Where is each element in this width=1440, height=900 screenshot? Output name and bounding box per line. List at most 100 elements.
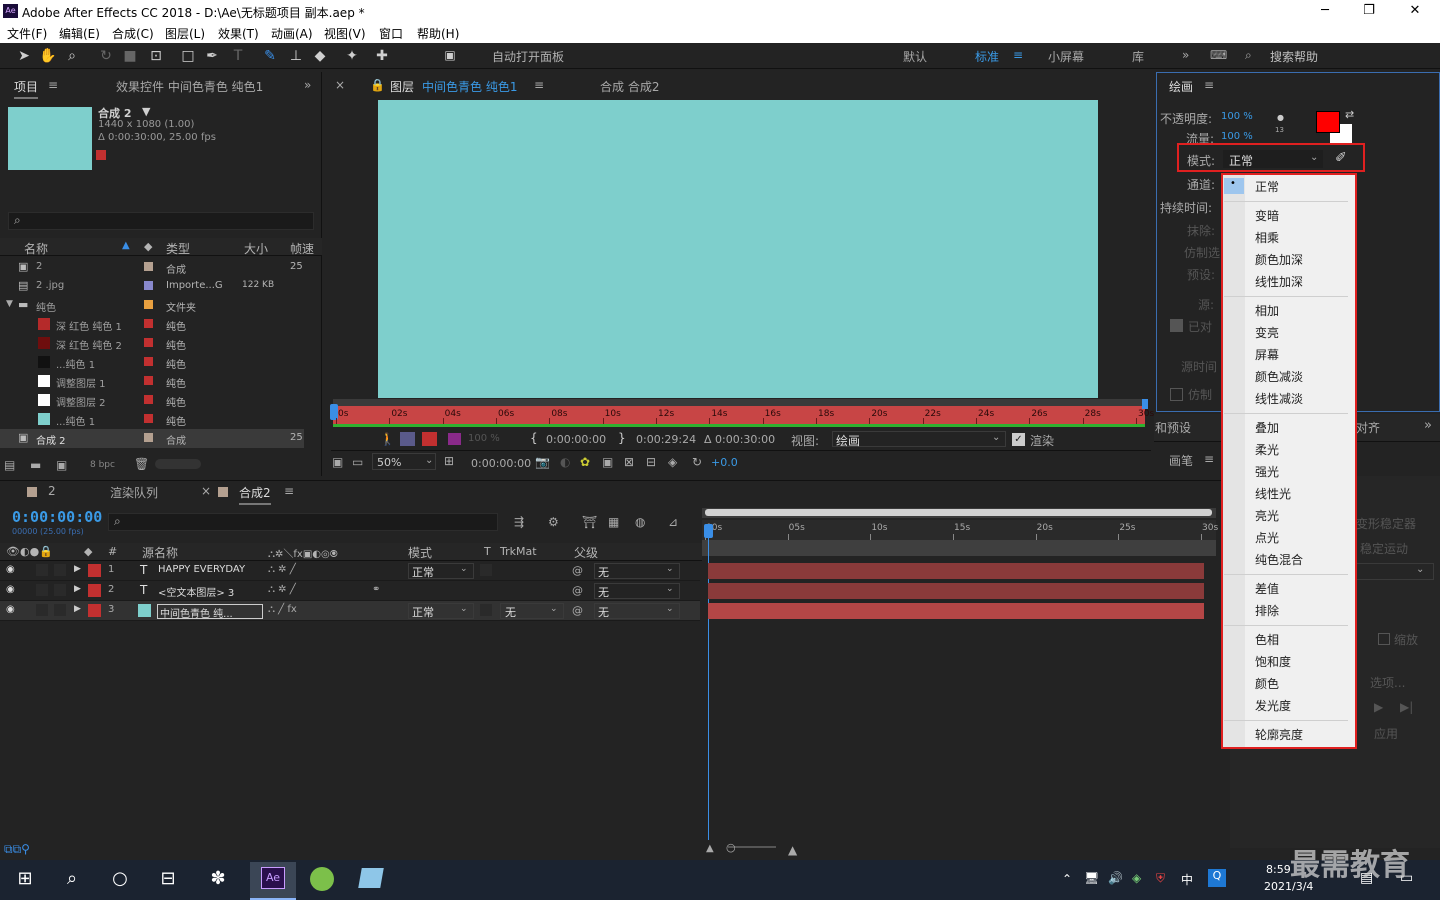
item-label-color[interactable] — [144, 414, 153, 423]
volume-icon[interactable]: 🔊 — [1108, 871, 1123, 885]
roi-icon[interactable]: ▣ — [602, 455, 613, 469]
current-time[interactable]: 0:00:00:00 — [471, 457, 531, 470]
tab-presets[interactable]: 和预设 — [1155, 419, 1191, 436]
show-snapshot-icon[interactable]: ◐ — [560, 455, 570, 469]
blend-mode-option[interactable]: 相乘 — [1224, 229, 1350, 246]
graph-editor-icon[interactable]: ⊿ — [668, 515, 678, 529]
options-button[interactable]: 选项... — [1370, 674, 1405, 691]
stabilize-motion-button[interactable]: 稳定运动 — [1360, 540, 1408, 557]
onion-skin-icon[interactable] — [400, 432, 415, 446]
time-navigator[interactable] — [333, 399, 1145, 406]
parent-header[interactable]: 父级 — [574, 544, 598, 561]
opacity-value[interactable]: 100 % — [1221, 111, 1253, 122]
item-label-color[interactable] — [144, 319, 153, 328]
project-item[interactable]: ▣ 2 合成 25 — [0, 258, 304, 277]
layer-label-color[interactable] — [88, 564, 101, 577]
clone-stamp-tool-icon[interactable]: ⊥ — [286, 48, 306, 64]
blend-mode-option[interactable]: 线性加深 — [1224, 273, 1350, 290]
selection-tool-icon[interactable]: ➤ — [14, 48, 34, 64]
comp-mini-flowchart-icon[interactable]: ⇶ — [514, 515, 524, 529]
panel-more-icon[interactable]: » — [304, 78, 311, 92]
type-tool-icon[interactable]: T — [228, 48, 248, 64]
project-item[interactable]: ...纯色 1 纯色 — [0, 410, 304, 429]
clone-checkbox[interactable] — [1170, 388, 1183, 401]
flow-value[interactable]: 100 % — [1221, 131, 1253, 142]
tab-project[interactable]: 项目 — [14, 78, 39, 99]
menu-composition[interactable]: 合成(C) — [112, 25, 154, 42]
ws-menu-icon[interactable]: ≡ — [1013, 48, 1023, 62]
pickwhip-icon[interactable]: @ — [572, 564, 583, 577]
apply-button[interactable]: 应用 — [1374, 725, 1398, 742]
navigator-end-handle[interactable] — [1142, 399, 1148, 409]
layer-bar-3[interactable] — [708, 603, 1204, 619]
blend-mode-option[interactable]: 饱和度 — [1224, 653, 1350, 670]
layer-switches-icons[interactable]: ⛬ ✲ ╱ — [268, 564, 296, 575]
set-in-icon[interactable]: { — [530, 431, 538, 445]
notepad-app-icon[interactable] — [358, 868, 384, 888]
blend-mode-option[interactable]: 屏幕 — [1224, 346, 1350, 363]
camera-snapshot-icon[interactable]: 📷 — [535, 455, 550, 469]
color-channels-icon[interactable]: ✿ — [580, 455, 590, 469]
draft-3d-icon[interactable]: ⚙ — [548, 515, 559, 529]
menu-view[interactable]: 视图(V) — [324, 25, 366, 42]
brush-dot-icon[interactable]: ● — [1277, 113, 1284, 122]
col-name[interactable]: 名称 — [24, 240, 48, 257]
sync-icon[interactable]: ⌨ — [1210, 48, 1227, 62]
project-search-input[interactable] — [8, 212, 314, 230]
out-point[interactable]: 0:00:29:24 — [636, 433, 696, 446]
maximize-button[interactable]: ❐ — [1354, 3, 1384, 18]
person-icon[interactable]: 🚶 — [380, 432, 395, 446]
brushes-menu-icon[interactable]: ≡ — [1204, 452, 1214, 466]
solo-switch[interactable] — [36, 584, 48, 596]
analyze-forward-icon[interactable]: ▶ — [1374, 700, 1383, 714]
puppet-tool-icon[interactable]: ✚ — [372, 48, 392, 64]
rectangle-tool-icon[interactable]: □ — [178, 48, 198, 64]
ws-small-screen[interactable]: 小屏幕 — [1048, 48, 1084, 65]
blend-mode-option[interactable]: 线性减淡 — [1224, 390, 1350, 407]
visibility-eye-icon[interactable]: ◉ — [6, 584, 15, 595]
ws-more-icon[interactable]: » — [1182, 48, 1189, 62]
project-item[interactable]: 调整图层 2 纯色 — [0, 391, 304, 410]
paint-menu-icon[interactable]: ≡ — [1204, 78, 1214, 92]
workspace-icon[interactable]: ▣ — [440, 48, 460, 62]
3d-layer-icon[interactable]: ⚭ — [372, 584, 380, 595]
mode-header[interactable]: 模式 — [408, 544, 432, 561]
preserve-transparency-switch[interactable] — [480, 564, 492, 576]
blend-mode-option[interactable]: 色相 — [1224, 631, 1350, 648]
frame-blending-icon[interactable]: ▦ — [608, 515, 619, 529]
blend-mode-option[interactable]: 变暗 — [1224, 207, 1350, 224]
lock-icon[interactable]: 🔒 — [370, 78, 385, 92]
blend-mode-option[interactable]: 发光度 — [1224, 697, 1350, 714]
analyze-frame-icon[interactable]: ▶| — [1400, 700, 1413, 714]
tab-layer-menu-icon[interactable]: ≡ — [534, 78, 544, 92]
blend-mode-option[interactable]: 差值 — [1224, 580, 1350, 597]
exposure-value[interactable]: +0.0 — [711, 456, 738, 469]
col-fps[interactable]: 帧速 — [290, 240, 314, 257]
monitor-icon[interactable]: ▭ — [352, 455, 363, 469]
project-item[interactable]: ▤ 2 .jpg Importe...G 122 KB — [0, 277, 304, 296]
blend-mode-option[interactable]: 排除 — [1224, 602, 1350, 619]
timeline-current-time[interactable]: 0:00:00:00 — [12, 508, 102, 526]
search-help-input[interactable]: 搜索帮助 — [1270, 48, 1318, 65]
tab-timeline-2[interactable]: 2 — [48, 484, 56, 498]
menu-help[interactable]: 帮助(H) — [417, 25, 459, 42]
ws-libraries[interactable]: 库 — [1132, 48, 1144, 65]
lock-switch[interactable] — [54, 564, 66, 576]
timeline-search-input[interactable] — [108, 513, 498, 531]
col-size[interactable]: 大小 — [244, 240, 268, 257]
item-label-color[interactable] — [144, 300, 153, 309]
3d-view-icon[interactable]: ⊟ — [646, 455, 656, 469]
roto-brush-tool-icon[interactable]: ✦ — [342, 48, 362, 64]
tab-render-queue[interactable]: 渲染队列 — [110, 484, 158, 501]
windows-start-icon[interactable]: ⊞ — [12, 868, 38, 894]
scale-checkbox[interactable] — [1378, 633, 1390, 645]
zoom-in-icon[interactable]: ▲ — [788, 843, 797, 857]
trkmat-header[interactable]: TrkMat — [500, 545, 537, 558]
project-scrollbar[interactable] — [155, 459, 201, 469]
pinwheel-app-icon[interactable]: ✽ — [205, 868, 231, 894]
transparency-grid-icon[interactable]: ⊠ — [624, 455, 634, 469]
overlay-color-swatch[interactable] — [448, 433, 461, 445]
task-view-icon[interactable]: ⊟ — [155, 868, 181, 894]
blend-mode-option[interactable]: 点光 — [1224, 529, 1350, 546]
expand-layer-icon[interactable]: ▶ — [74, 564, 81, 574]
